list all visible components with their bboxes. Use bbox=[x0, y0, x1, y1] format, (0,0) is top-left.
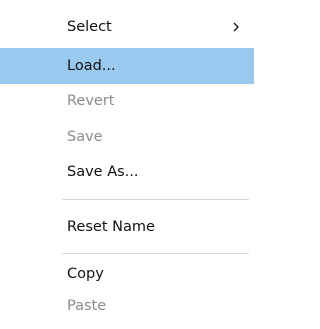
menu-item-label: Select bbox=[67, 19, 112, 35]
menu-item-select[interactable]: Select bbox=[0, 9, 254, 45]
menu-item-label: Save bbox=[67, 129, 103, 145]
menu-separator bbox=[62, 199, 249, 200]
menu-item-load[interactable]: Load... bbox=[0, 48, 254, 84]
menu-item-label: Reset Name bbox=[67, 219, 155, 235]
menu-item-label: Copy bbox=[67, 266, 104, 282]
menu-item-save-as[interactable]: Save As... bbox=[0, 154, 254, 190]
menu-item-save[interactable]: Save bbox=[0, 119, 254, 155]
context-menu: Select Load... Revert Save Save As... Re… bbox=[0, 0, 254, 329]
menu-item-label: Load... bbox=[67, 58, 116, 74]
menu-item-paste[interactable]: Paste bbox=[0, 288, 254, 324]
menu-item-label: Paste bbox=[67, 298, 107, 314]
menu-separator bbox=[62, 253, 249, 254]
menu-item-revert[interactable]: Revert bbox=[0, 83, 254, 119]
menu-item-label: Revert bbox=[67, 93, 115, 109]
menu-item-copy[interactable]: Copy bbox=[0, 256, 254, 292]
chevron-right-icon bbox=[230, 9, 242, 45]
menu-item-reset-name[interactable]: Reset Name bbox=[0, 209, 254, 245]
menu-item-label: Save As... bbox=[67, 164, 139, 180]
